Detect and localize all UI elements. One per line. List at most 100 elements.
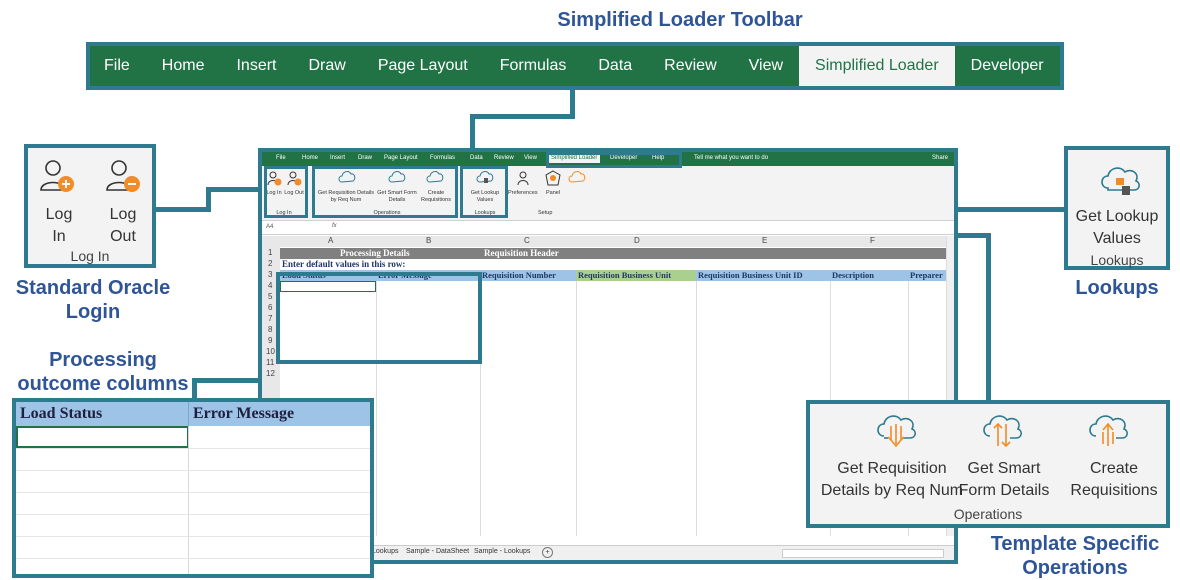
ribbon-tab-data[interactable]: Data [582, 46, 648, 86]
row-number[interactable]: 5 [268, 292, 272, 301]
zoom-grid-line [16, 558, 370, 559]
col-b-header[interactable]: B [426, 236, 431, 245]
header-description[interactable]: Description [830, 270, 908, 281]
row-number[interactable]: 1 [268, 248, 272, 257]
add-sheet-icon[interactable]: + [542, 547, 553, 558]
fx-icon[interactable]: fx [332, 223, 337, 229]
zoom-grid-line [16, 536, 370, 537]
logout-user-minus-icon[interactable] [104, 158, 142, 194]
row-number[interactable]: 8 [268, 325, 272, 334]
sheet-tab-sample-datasheet[interactable]: Sample - DataSheet [406, 548, 469, 555]
login-panel: Log In Log Out Log In [24, 144, 156, 268]
row-number[interactable]: 7 [268, 314, 272, 323]
mini-panel-label[interactable]: Panel [546, 190, 560, 197]
mini-tab-formulas[interactable]: Formulas [430, 155, 455, 161]
mini-tab-page-layout[interactable]: Page Layout [384, 155, 418, 161]
zoom-grid-line [16, 448, 370, 449]
mini-tab-insert[interactable]: Insert [330, 155, 345, 161]
create-requisitions-label[interactable]: Create Requisitions [1062, 458, 1166, 501]
ribbon-tab-developer[interactable]: Developer [955, 46, 1060, 86]
lookups-title: Lookups [1075, 277, 1159, 299]
col-a-header[interactable]: A [328, 236, 333, 245]
get-requisition-details-label[interactable]: Get Requisition Details by Req Num [812, 458, 972, 501]
processing-title: Processing outcome columns [17, 349, 189, 395]
ribbon-tab-simplified-loader[interactable]: Simplified Loader [799, 46, 955, 86]
connector-login-h2 [206, 187, 266, 192]
column-header-row: A B C D E F [262, 236, 954, 247]
lookups-group-label: Lookups [1090, 252, 1144, 268]
mini-settings-icon[interactable] [568, 170, 586, 186]
login-title: Standard Oracle Login [15, 277, 171, 323]
zoom-selected-cell[interactable] [16, 426, 189, 448]
tell-me-box[interactable]: Tell me what you want to do [694, 155, 768, 161]
row-number[interactable]: 2 [268, 259, 272, 268]
login-button-label[interactable]: Log In [34, 204, 84, 247]
name-box[interactable]: A4 [266, 224, 273, 230]
col-d-header[interactable]: D [634, 236, 640, 245]
ribbon-tab-page-layout[interactable]: Page Layout [362, 46, 484, 86]
operations-panel: Get Requisition Details by Req Num Get Sm… [806, 400, 1170, 528]
enter-defaults-cell[interactable]: Enter default values in this row: [282, 259, 405, 269]
zoom-header-load-status[interactable]: Load Status [16, 402, 188, 426]
mini-preferences-icon[interactable] [516, 170, 532, 186]
row-number[interactable]: 11 [266, 358, 274, 367]
processing-details-cell[interactable]: Processing Details [340, 248, 410, 258]
zoom-grid-line [16, 492, 370, 493]
ribbon-tab-review[interactable]: Review [648, 46, 732, 86]
mini-setup-group: Setup [538, 210, 553, 216]
col-c-header[interactable]: C [524, 236, 530, 245]
get-smart-form-details-label[interactable]: Get Smart Form Details [956, 458, 1052, 501]
ribbon-tab-home[interactable]: Home [146, 46, 221, 86]
mini-preferences-label[interactable]: Preferences [508, 190, 538, 197]
grid-line [576, 281, 577, 536]
col-e-header[interactable]: E [762, 236, 767, 245]
row-number[interactable]: 10 [266, 347, 275, 356]
mini-panel-icon[interactable] [544, 170, 562, 186]
header-req-number[interactable]: Requisition Number [480, 270, 576, 281]
cloud-sync-icon[interactable] [980, 410, 1024, 450]
login-user-plus-icon[interactable] [38, 158, 76, 194]
get-lookup-values-label[interactable]: Get Lookup Values [1068, 206, 1166, 249]
ribbon-tab-file[interactable]: File [90, 46, 146, 86]
connector-login-h1 [154, 207, 210, 212]
mini-tab-file[interactable]: File [276, 155, 286, 161]
mini-highlight-login [264, 166, 308, 218]
mini-tab-data[interactable]: Data [470, 155, 483, 161]
cloud-upload-icon[interactable] [1086, 410, 1130, 450]
row-number[interactable]: 12 [266, 369, 275, 378]
sheet-tab-lookups[interactable]: Lookups [372, 548, 398, 555]
col-f-header[interactable]: F [870, 236, 875, 245]
mini-tab-review[interactable]: Review [494, 155, 514, 161]
toolbar-title: Simplified Loader Toolbar [557, 9, 803, 31]
header-req-bu[interactable]: Requisition Business Unit [576, 270, 696, 281]
share-button[interactable]: Share [932, 155, 948, 161]
mini-tab-home[interactable]: Home [302, 155, 318, 161]
sheet-tab-sample-lookups[interactable]: Sample - Lookups [474, 548, 530, 555]
lookups-panel: Get Lookup Values Lookups [1064, 146, 1170, 270]
ribbon-tab-formulas[interactable]: Formulas [484, 46, 583, 86]
formula-bar[interactable]: A4 fx [262, 222, 954, 235]
connector-toolbar-h [470, 114, 575, 119]
ribbon-tab-view[interactable]: View [733, 46, 799, 86]
row-number[interactable]: 3 [268, 270, 272, 279]
connector-toolbar-v2 [470, 114, 475, 152]
logout-button-label[interactable]: Log Out [98, 204, 148, 247]
horizontal-scrollbar[interactable] [782, 549, 944, 558]
cloud-download-icon[interactable] [874, 410, 918, 450]
row-number[interactable]: 6 [268, 303, 272, 312]
header-req-bu-id[interactable]: Requisition Business Unit ID [696, 270, 830, 281]
ribbon-tab-draw[interactable]: Draw [292, 46, 361, 86]
mini-tab-view[interactable]: View [524, 155, 537, 161]
zoom-grid-line [16, 470, 370, 471]
zoomed-processing-columns: Load Status Error Message [12, 398, 374, 578]
ribbon-tab-insert[interactable]: Insert [220, 46, 292, 86]
zoom-header-error-message[interactable]: Error Message [188, 402, 370, 426]
row-number[interactable]: 9 [268, 336, 272, 345]
requisition-header-cell[interactable]: Requisition Header [484, 248, 559, 258]
cloud-lookup-icon[interactable] [1098, 162, 1142, 198]
row-1: Processing Details Requisition Header [280, 248, 954, 259]
mini-tab-draw[interactable]: Draw [358, 155, 372, 161]
ribbon-tab-help[interactable]: Help [1060, 46, 1125, 86]
row-number[interactable]: 4 [268, 281, 272, 290]
zoom-grid-line [16, 514, 370, 515]
